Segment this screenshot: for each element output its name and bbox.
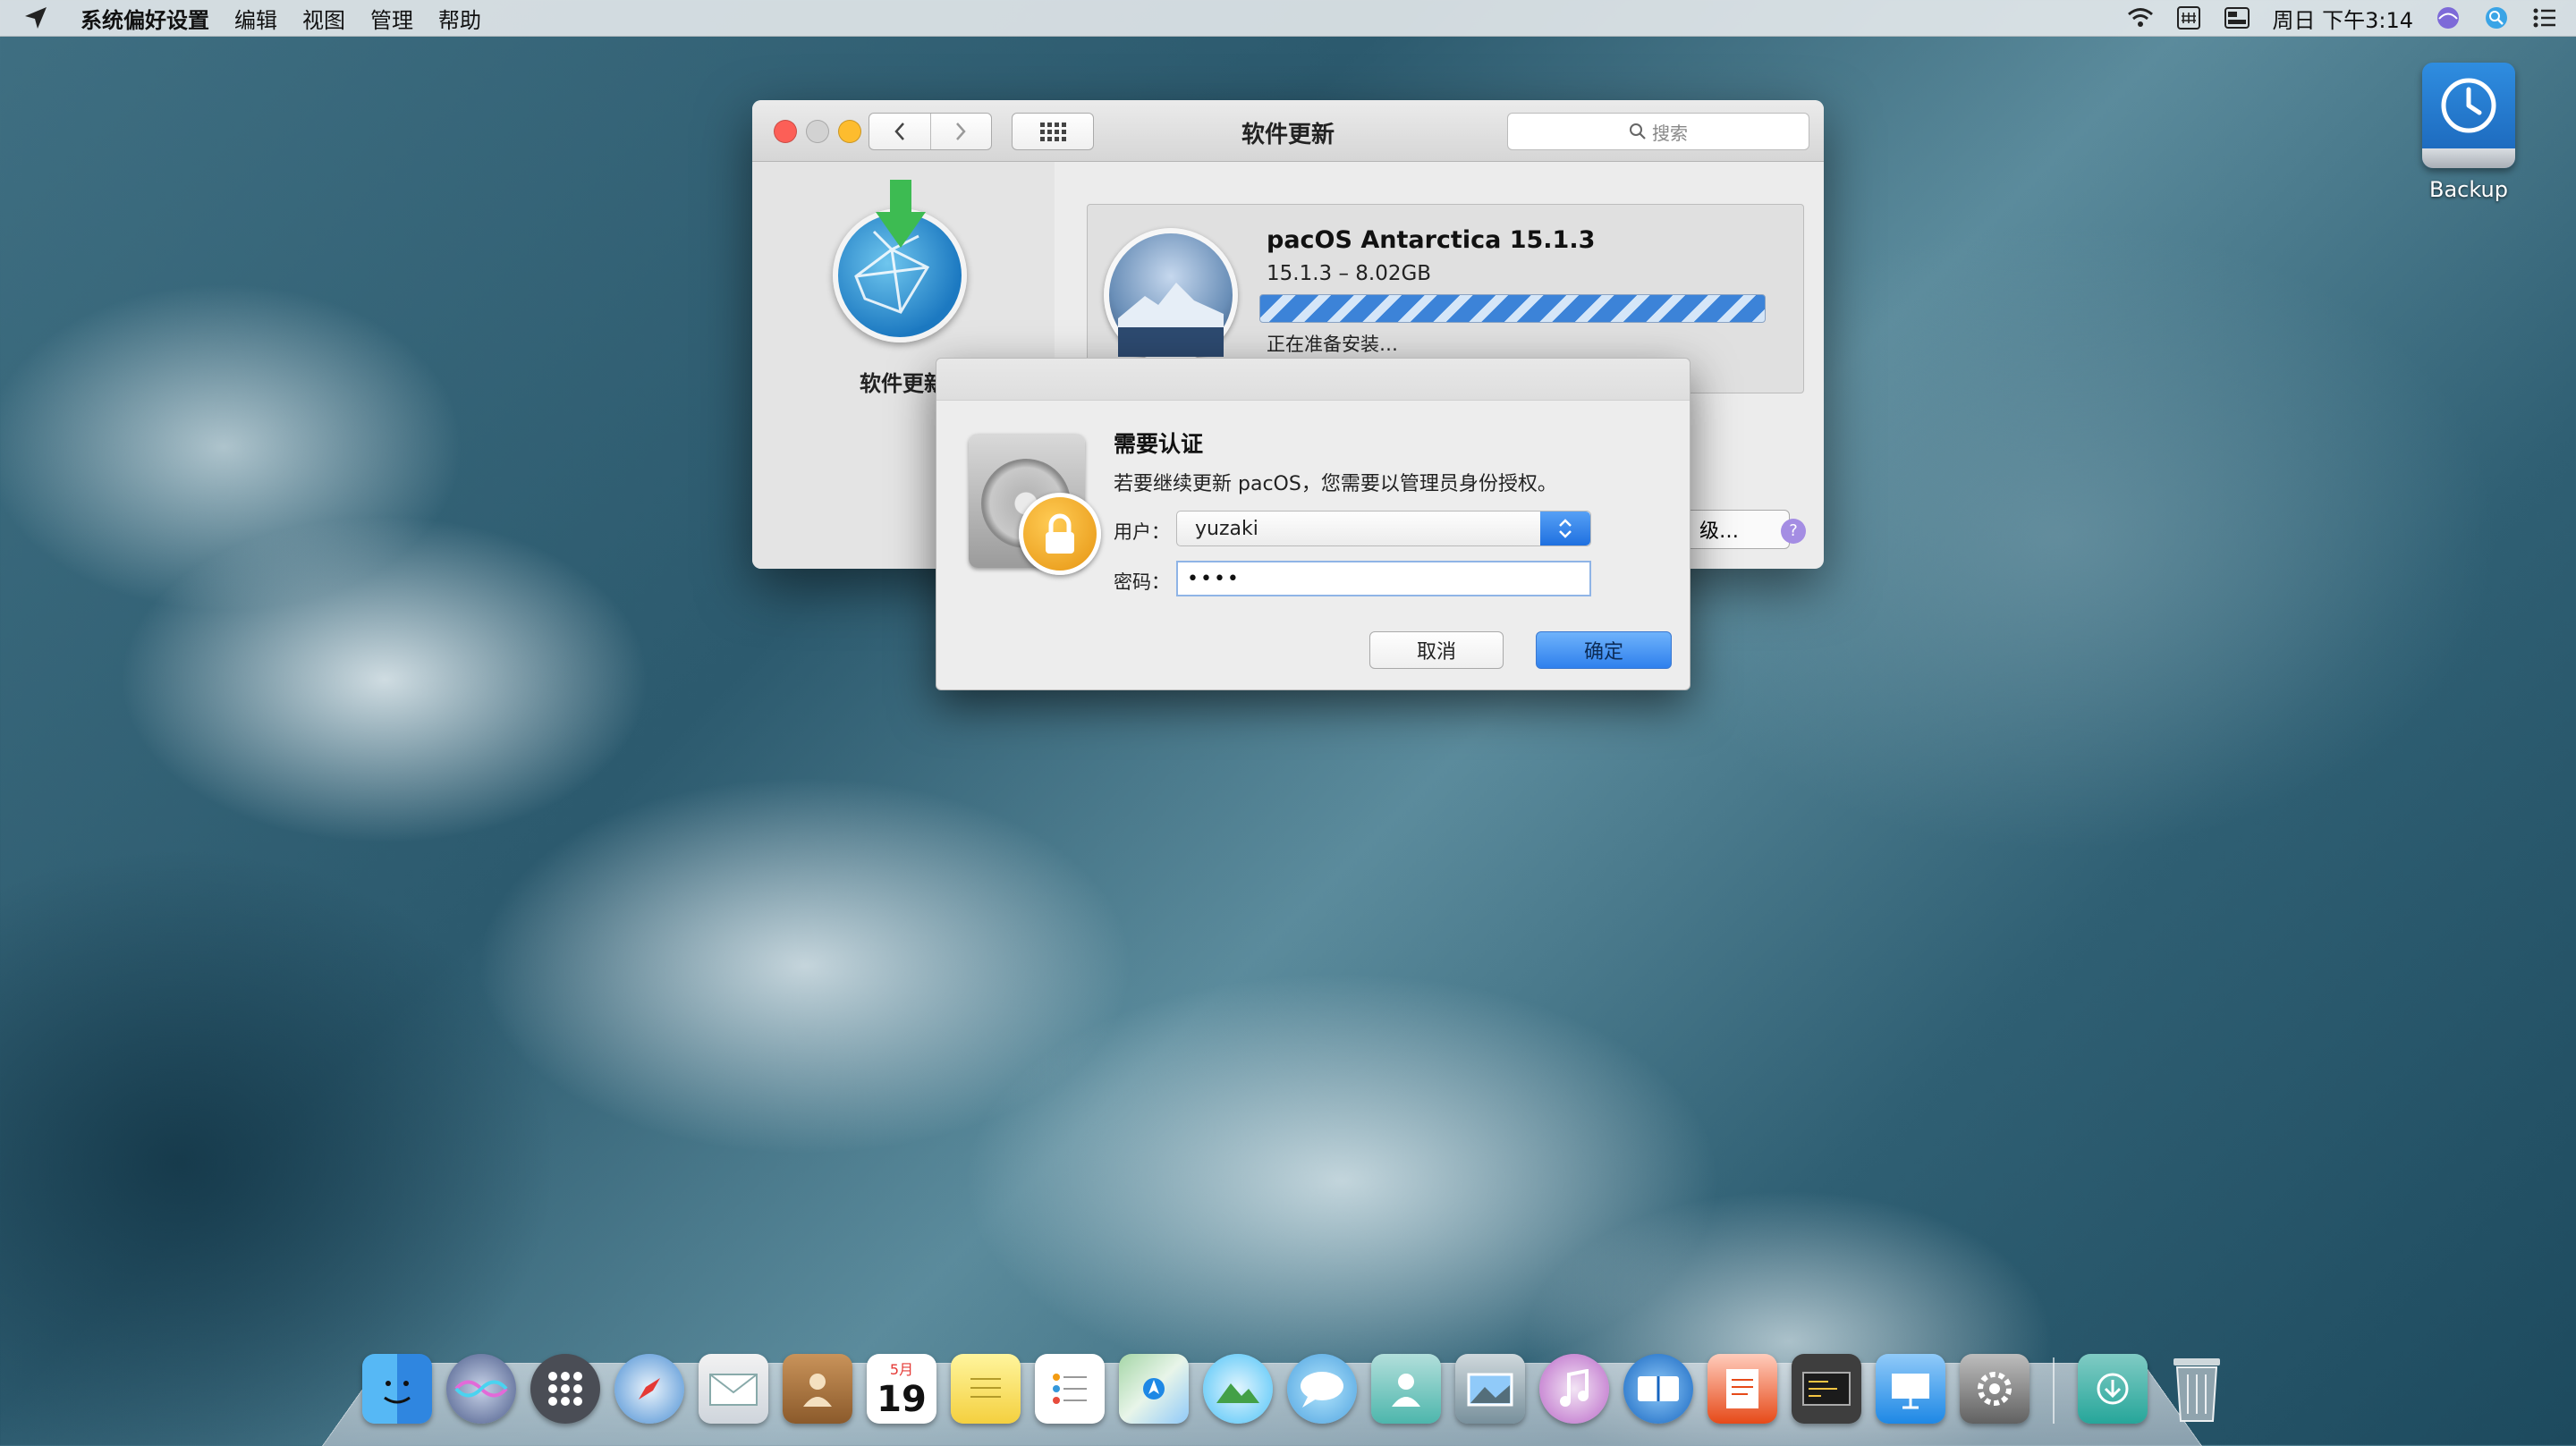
dialog-title: 需要认证 <box>1114 431 1204 457</box>
backup-drive[interactable]: Backup <box>2415 63 2522 202</box>
update-size: 15.1.3 – 8.02GB <box>1267 262 1432 285</box>
notes-icon[interactable] <box>951 1354 1021 1424</box>
siri-icon[interactable] <box>2435 6 2462 30</box>
time-machine-drive-icon[interactable] <box>2422 63 2515 168</box>
menu-app-name[interactable]: 系统偏好设置 <box>80 3 209 34</box>
password-label: 密码： <box>1114 571 1170 593</box>
installer-lock-icon <box>969 434 1101 575</box>
antarctica-update-image <box>1104 228 1238 362</box>
calendar-day: 19 <box>877 1379 927 1420</box>
spotlight-icon[interactable] <box>2483 6 2510 30</box>
console-icon[interactable] <box>1792 1354 1861 1424</box>
preview-icon[interactable] <box>1455 1354 1525 1424</box>
update-status: 正在准备安装… <box>1267 334 1398 355</box>
system-preferences-icon[interactable] <box>1960 1354 2029 1424</box>
photos-icon[interactable] <box>1203 1354 1273 1424</box>
keynote-icon[interactable] <box>1876 1354 1945 1424</box>
install-progress-bar <box>1259 294 1766 323</box>
user-select[interactable]: yuzaki <box>1176 511 1591 546</box>
search-icon <box>1630 123 1646 140</box>
menu-edit[interactable]: 编辑 <box>234 3 277 34</box>
notification-center-icon[interactable] <box>2531 6 2558 30</box>
menu-help[interactable]: 帮助 <box>438 3 481 34</box>
sidebar-label: 软件更新 <box>860 371 945 396</box>
authentication-dialog: 需要认证 若要继续更新 pacOS，您需要以管理员身份授权。 用户： yuzak… <box>936 358 1690 690</box>
calendar-icon[interactable]: 5月 19 <box>867 1354 936 1424</box>
downloads-icon[interactable] <box>2078 1354 2148 1424</box>
menubar-clock[interactable]: 周日 下午3:14 <box>2272 3 2413 34</box>
download-arrow-icon <box>876 180 926 248</box>
siri-icon[interactable] <box>446 1354 516 1424</box>
wifi-icon[interactable] <box>2127 6 2154 30</box>
popup-stepper-icon[interactable] <box>1540 512 1590 545</box>
dialog-message: 若要继续更新 pacOS，您需要以管理员身份授权。 <box>1114 473 1557 495</box>
user-label: 用户： <box>1114 521 1170 543</box>
menu-view[interactable]: 视图 <box>302 3 345 34</box>
dialog-titlebar <box>936 359 1690 401</box>
menu-bar: 系统偏好设置 编辑 视图 管理 帮助 周日 下午3:14 <box>0 0 2576 37</box>
user-value: yuzaki <box>1195 517 1258 540</box>
pages-icon[interactable] <box>1707 1354 1777 1424</box>
password-field[interactable]: •••• <box>1176 561 1591 596</box>
menu-manage[interactable]: 管理 <box>370 3 413 34</box>
books-icon[interactable] <box>1623 1354 1693 1424</box>
dock-separator <box>2053 1357 2055 1424</box>
update-name: pacOS Antarctica 15.1.3 <box>1267 226 1596 254</box>
finder-icon[interactable] <box>362 1354 432 1424</box>
trash-icon[interactable] <box>2162 1354 2232 1424</box>
control-strip-icon[interactable] <box>2224 6 2250 30</box>
launchpad-icon[interactable] <box>530 1354 600 1424</box>
facetime-icon[interactable] <box>1371 1354 1441 1424</box>
apple-menu-icon[interactable] <box>23 5 63 30</box>
reminders-icon[interactable] <box>1035 1354 1105 1424</box>
calendar-month: 5月 <box>889 1361 914 1378</box>
maps-icon[interactable] <box>1119 1354 1189 1424</box>
search-field[interactable]: 搜索 <box>1507 113 1809 150</box>
input-method-icon[interactable] <box>2175 6 2202 30</box>
lock-icon <box>1019 493 1101 575</box>
messages-icon[interactable] <box>1287 1354 1357 1424</box>
music-icon[interactable] <box>1539 1354 1609 1424</box>
dock: 5月 19 <box>362 1354 2232 1424</box>
mail-icon[interactable] <box>699 1354 768 1424</box>
contacts-icon[interactable] <box>783 1354 852 1424</box>
safari-icon[interactable] <box>614 1354 684 1424</box>
help-button[interactable]: ? <box>1781 519 1806 544</box>
backup-drive-label: Backup <box>2429 177 2508 202</box>
search-placeholder: 搜索 <box>1652 122 1688 144</box>
ok-button[interactable]: 确定 <box>1536 631 1672 669</box>
window-titlebar[interactable]: 软件更新 搜索 <box>752 100 1824 162</box>
cancel-button[interactable]: 取消 <box>1369 631 1504 669</box>
advanced-button[interactable]: 级… <box>1682 510 1790 549</box>
password-mask: •••• <box>1187 567 1241 590</box>
